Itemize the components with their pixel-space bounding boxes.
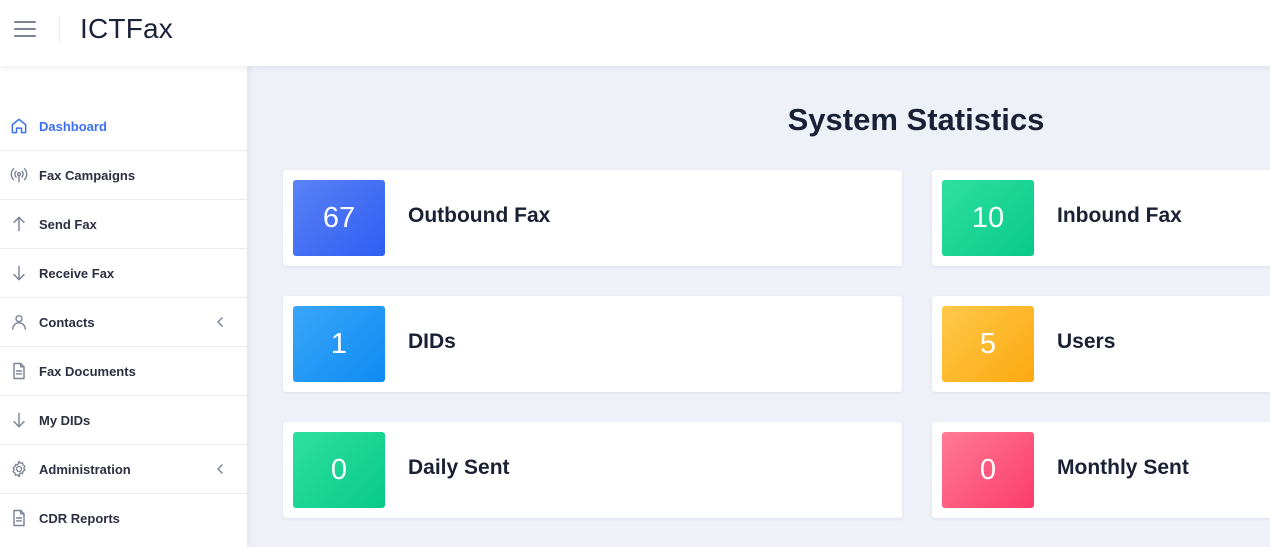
main-content: System Statistics 67 Outbound Fax 10 Inb… (247, 66, 1270, 547)
sidebar-item-label: Administration (39, 461, 131, 477)
chevron-left-icon (215, 315, 225, 329)
sidebar-item-send-fax[interactable]: Send Fax (0, 200, 247, 249)
sidebar-nav: Dashboard Fax Campaigns Send Fax Receive… (0, 102, 247, 543)
stat-card-monthly-sent[interactable]: 0 Monthly Sent (932, 422, 1270, 518)
gear-icon (8, 458, 30, 480)
stat-card-dids[interactable]: 1 DIDs (283, 296, 902, 392)
sidebar-item-my-dids[interactable]: My DIDs (0, 396, 247, 445)
sidebar-item-contacts[interactable]: Contacts (0, 298, 247, 347)
sidebar: Dashboard Fax Campaigns Send Fax Receive… (0, 66, 247, 547)
stat-value: 10 (942, 180, 1034, 256)
home-icon (8, 115, 30, 137)
arrow-up-icon (8, 213, 30, 235)
chevron-left-icon (215, 462, 225, 476)
sidebar-item-dashboard[interactable]: Dashboard (0, 102, 247, 151)
stat-label: Inbound Fax (1057, 204, 1182, 227)
document-icon (8, 507, 30, 529)
stat-label: Outbound Fax (408, 204, 551, 227)
stat-value: 0 (942, 432, 1034, 508)
menu-toggle-icon[interactable] (14, 18, 38, 40)
document-icon (8, 360, 30, 382)
stat-value: 1 (293, 306, 385, 382)
broadcast-icon (8, 164, 30, 186)
sidebar-item-label: Fax Documents (39, 363, 136, 379)
header-divider (59, 16, 60, 42)
sidebar-item-cdr-reports[interactable]: CDR Reports (0, 494, 247, 543)
stat-label: Users (1057, 330, 1116, 353)
stat-value: 5 (942, 306, 1034, 382)
sidebar-item-label: Receive Fax (39, 265, 115, 281)
sidebar-item-receive-fax[interactable]: Receive Fax (0, 249, 247, 298)
sidebar-item-label: Dashboard (39, 118, 107, 134)
top-bar: ICTFax (0, 0, 1270, 66)
arrow-down-icon (8, 262, 30, 284)
stat-card-outbound-fax[interactable]: 67 Outbound Fax (283, 170, 902, 266)
sidebar-item-label: Send Fax (39, 216, 97, 232)
stat-label: Monthly Sent (1057, 456, 1189, 479)
user-icon (8, 311, 30, 333)
stat-card-inbound-fax[interactable]: 10 Inbound Fax (932, 170, 1270, 266)
sidebar-item-fax-campaigns[interactable]: Fax Campaigns (0, 151, 247, 200)
stat-card-daily-sent[interactable]: 0 Daily Sent (283, 422, 902, 518)
page-title: System Statistics (787, 102, 1045, 137)
stat-value: 67 (293, 180, 385, 256)
sidebar-item-label: CDR Reports (39, 511, 120, 526)
app-title: ICTFax (80, 13, 173, 44)
sidebar-item-label: Contacts (39, 314, 95, 330)
stat-card-users[interactable]: 5 Users (932, 296, 1270, 392)
stat-value: 0 (293, 432, 385, 508)
sidebar-item-fax-documents[interactable]: Fax Documents (0, 347, 247, 396)
arrow-down-icon (8, 409, 30, 431)
sidebar-item-administration[interactable]: Administration (0, 445, 247, 494)
stat-label: DIDs (408, 330, 456, 353)
sidebar-item-label: Fax Campaigns (39, 167, 136, 183)
stat-label: Daily Sent (408, 456, 510, 479)
sidebar-item-label: My DIDs (39, 412, 91, 428)
